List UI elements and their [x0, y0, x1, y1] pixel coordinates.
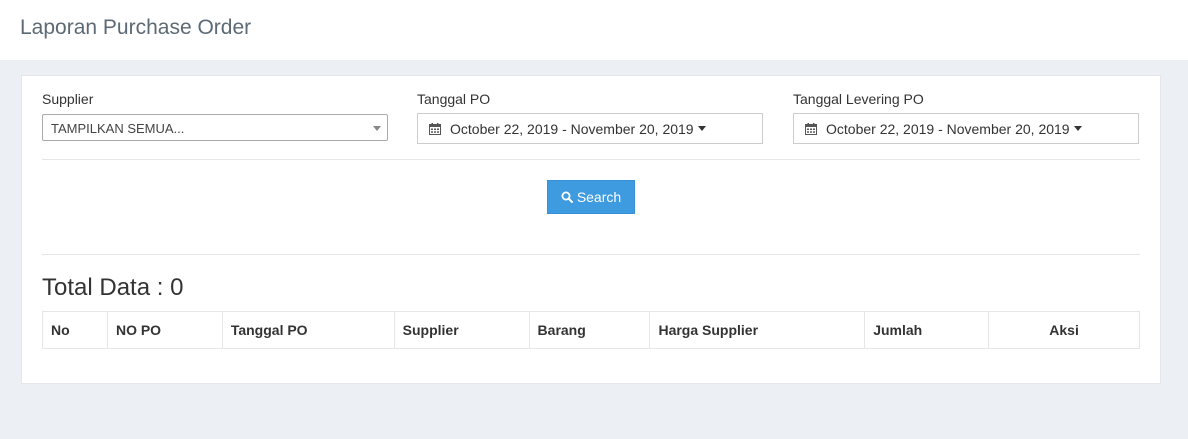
tanggal-po-label: Tanggal PO: [417, 91, 491, 107]
page-header: Laporan Purchase Order: [0, 0, 1188, 60]
total-data: Total Data : 0: [42, 274, 184, 301]
purchase-order-table: No NO PO Tanggal PO Supplier Barang Harg…: [42, 311, 1140, 349]
table-header-row: No NO PO Tanggal PO Supplier Barang Harg…: [42, 311, 1140, 349]
supplier-label: Supplier: [42, 91, 94, 107]
tanggal-po-range: October 22, 2019 - November 20, 2019: [450, 121, 706, 137]
caret-down-icon: [1073, 126, 1082, 131]
tanggal-levering-range: October 22, 2019 - November 20, 2019: [826, 121, 1082, 137]
caret-down-icon: [697, 126, 706, 131]
column-header-barang: Barang: [528, 311, 651, 349]
column-header-no: No: [42, 311, 108, 349]
column-header-harga-supplier: Harga Supplier: [649, 311, 866, 349]
tanggal-levering-daterange[interactable]: October 22, 2019 - November 20, 2019: [793, 113, 1139, 144]
column-header-aksi: Aksi: [988, 311, 1140, 349]
tanggal-po-daterange[interactable]: October 22, 2019 - November 20, 2019: [417, 113, 763, 144]
column-header-tanggal-po: Tanggal PO: [221, 311, 395, 349]
page-title: Laporan Purchase Order: [20, 16, 252, 39]
column-header-jumlah: Jumlah: [864, 311, 990, 349]
calendar-icon: [429, 123, 441, 135]
divider: [42, 159, 1140, 160]
search-button-label: Search: [576, 189, 622, 205]
column-header-no-po: NO PO: [106, 311, 223, 349]
supplier-select[interactable]: TAMPILKAN SEMUA...: [42, 114, 388, 141]
divider: [42, 254, 1140, 255]
search-icon: [561, 191, 573, 203]
calendar-icon: [805, 123, 817, 135]
tanggal-levering-label: Tanggal Levering PO: [793, 91, 924, 107]
chevron-down-icon: [373, 126, 381, 131]
column-header-supplier: Supplier: [393, 311, 530, 349]
supplier-select-value: TAMPILKAN SEMUA...: [51, 121, 185, 136]
search-button[interactable]: Search: [547, 180, 635, 214]
report-panel: Supplier TAMPILKAN SEMUA... Tanggal PO O…: [21, 75, 1161, 384]
